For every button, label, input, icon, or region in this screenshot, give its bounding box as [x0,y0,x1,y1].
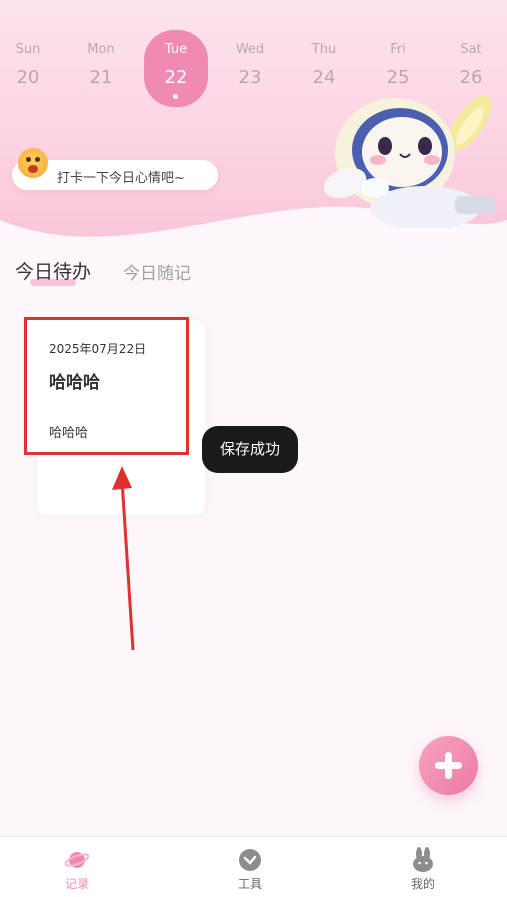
add-button[interactable] [419,736,478,795]
rabbit-mascot-illustration [323,95,495,228]
tab-today-todo[interactable]: 今日待办 [15,257,91,284]
day-mon[interactable]: Mon 21 [71,30,131,88]
mood-emoji-icon[interactable] [18,148,48,178]
nav-record[interactable]: 记录 [27,837,127,897]
clock-icon [239,849,261,871]
card-title: 哈哈哈 [49,373,100,393]
day-wed[interactable]: Wed 23 [220,30,280,88]
nav-tools-label: 工具 [237,877,262,891]
day-thu[interactable]: Thu 24 [294,30,354,88]
day-sat[interactable]: Sat 26 [441,30,501,88]
card-body: 哈哈哈 [49,426,89,441]
nav-mine-label: 我的 [410,877,435,891]
day-tue-selected[interactable]: Tue 22 [144,30,208,107]
toast-message: 保存成功 [202,426,298,473]
tab-today-notes[interactable]: 今日随记 [123,259,191,284]
bottom-nav: 记录 工具 我的 [0,836,507,897]
todo-card[interactable]: 2025年07月22日 哈哈哈 哈哈哈 [24,317,189,455]
nav-mine[interactable]: 我的 [373,837,473,897]
nav-tools[interactable]: 工具 [200,837,300,897]
red-arrow-annotation [112,466,135,651]
rabbit-icon [413,847,433,872]
mood-prompt-text: 打卡一下今日心情吧~ [57,171,185,186]
selected-dot [173,94,178,99]
nav-record-label: 记录 [64,877,89,891]
planet-icon [64,852,90,868]
day-sun[interactable]: Sun 20 [0,30,58,88]
day-fri[interactable]: Fri 25 [368,30,428,88]
card-date: 2025年07月22日 [49,342,147,356]
